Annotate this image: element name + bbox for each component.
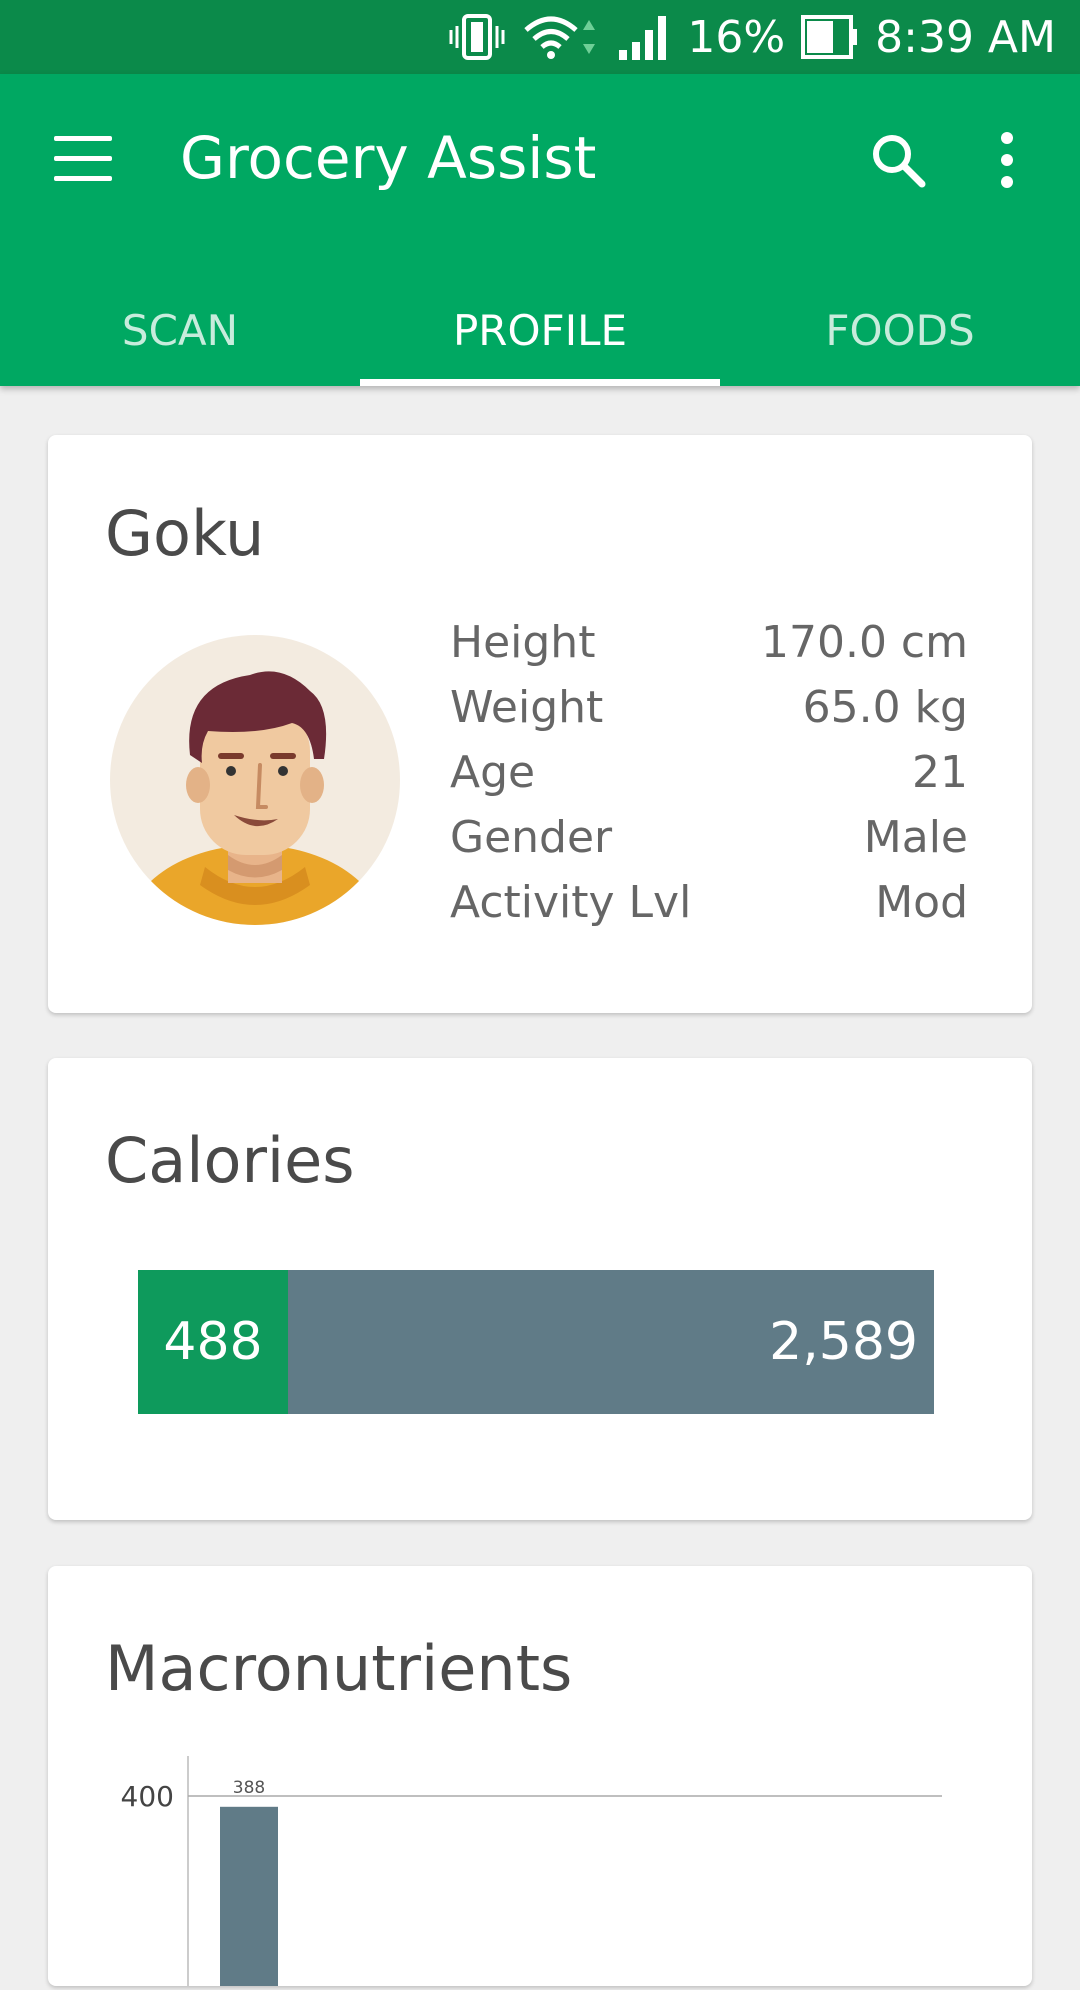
macronutrients-chart: 400 388 bbox=[48, 1756, 1032, 1986]
stat-label: Activity Lvl bbox=[450, 877, 692, 928]
stat-value: 21 bbox=[912, 747, 968, 798]
calories-target-value: 2,589 bbox=[769, 1312, 918, 1372]
user-avatar-icon bbox=[110, 635, 400, 925]
stat-row-height: Height 170.0 cm bbox=[450, 610, 968, 675]
stat-value: 65.0 kg bbox=[802, 682, 968, 733]
calories-title: Calories bbox=[105, 1124, 355, 1197]
search-icon[interactable] bbox=[868, 130, 928, 190]
app-bar: Grocery Assist SCAN PROFILE FOODS bbox=[0, 74, 1080, 386]
macronutrients-title: Macronutrients bbox=[105, 1632, 573, 1705]
stat-value: Male bbox=[863, 812, 968, 863]
stat-row-gender: Gender Male bbox=[450, 805, 968, 870]
clock: 8:39 AM bbox=[875, 11, 1056, 63]
stat-value: 170.0 cm bbox=[760, 617, 968, 668]
stat-label: Weight bbox=[450, 682, 604, 733]
calories-consumed-value: 488 bbox=[163, 1312, 263, 1372]
stat-row-activity: Activity Lvl Mod bbox=[450, 870, 968, 935]
calories-consumed-bar: 488 bbox=[138, 1270, 288, 1414]
tab-bar: SCAN PROFILE FOODS bbox=[0, 274, 1080, 386]
battery-percent: 16% bbox=[687, 11, 786, 63]
macronutrients-card: Macronutrients 400 388 bbox=[48, 1566, 1032, 1986]
calories-card: Calories 488 2,589 bbox=[48, 1058, 1032, 1520]
vibrate-icon bbox=[449, 12, 505, 62]
battery-icon bbox=[801, 15, 859, 59]
stat-value: Mod bbox=[875, 877, 968, 928]
wifi-icon bbox=[521, 12, 601, 62]
stat-label: Height bbox=[450, 617, 596, 668]
chart-data-label: 388 bbox=[233, 1778, 265, 1798]
status-bar: 16% 8:39 AM bbox=[0, 0, 1080, 74]
stat-label: Age bbox=[450, 747, 536, 798]
signal-icon bbox=[617, 12, 671, 62]
profile-card: Goku Height 170.0 cm Weight 65.0 kg Age … bbox=[48, 435, 1032, 1013]
tab-foods[interactable]: FOODS bbox=[720, 274, 1080, 386]
profile-stats: Height 170.0 cm Weight 65.0 kg Age 21 Ge… bbox=[450, 610, 968, 935]
menu-icon[interactable] bbox=[54, 136, 114, 184]
app-title: Grocery Assist bbox=[180, 124, 597, 192]
tab-scan[interactable]: SCAN bbox=[0, 274, 360, 386]
profile-name: Goku bbox=[105, 497, 265, 570]
stat-row-weight: Weight 65.0 kg bbox=[450, 675, 968, 740]
chart-bar bbox=[220, 1806, 278, 1986]
tab-profile[interactable]: PROFILE bbox=[360, 274, 720, 386]
more-vert-icon[interactable] bbox=[992, 130, 1022, 190]
stat-label: Gender bbox=[450, 812, 613, 863]
calories-progress-bar: 488 2,589 bbox=[138, 1270, 934, 1414]
chart-y-tick-label: 400 bbox=[121, 1780, 174, 1813]
stat-row-age: Age 21 bbox=[450, 740, 968, 805]
